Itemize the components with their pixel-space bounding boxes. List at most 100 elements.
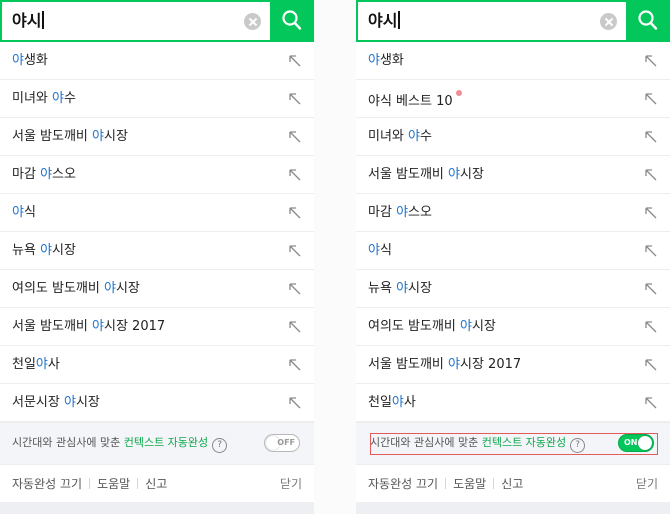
report-link[interactable]: 신고 — [145, 477, 167, 491]
suggestion-label: 뉴욕 야시장 — [368, 280, 432, 298]
suggestion-item[interactable]: 천일야사 — [356, 384, 670, 422]
suggestion-item[interactable]: 뉴욕 야시장 — [0, 232, 314, 270]
search-query: 야시 — [368, 11, 398, 30]
text-caret — [398, 11, 401, 29]
suggestion-item[interactable]: 야생화 — [356, 42, 670, 80]
search-bar: 야시 — [356, 0, 670, 42]
report-link[interactable]: 신고 — [501, 477, 523, 491]
suggestion-item[interactable]: 마감 야스오 — [356, 194, 670, 232]
arrow-up-left-icon[interactable] — [644, 244, 658, 258]
suggestion-text: 시장 — [460, 167, 484, 182]
clear-icon[interactable] — [600, 13, 617, 30]
suggestion-label: 미녀와 야수 — [368, 128, 432, 146]
suggestion-item[interactable]: 서울 밤도깨비 야시장 — [0, 118, 314, 156]
suggestion-item[interactable]: 천일야사 — [0, 346, 314, 384]
suggestion-item[interactable]: 서울 밤도깨비 야시장 2017 — [0, 308, 314, 346]
search-input[interactable]: 야시 — [358, 2, 626, 40]
arrow-up-left-icon[interactable] — [288, 168, 302, 182]
suggestion-label: 마감 야스오 — [368, 204, 432, 222]
footer-bar: 자동완성 끄기 도움말 신고 닫기 — [356, 464, 670, 502]
search-bar: 야시 — [0, 0, 314, 42]
suggestion-label: 천일야사 — [12, 356, 60, 374]
arrow-up-left-icon[interactable] — [644, 320, 658, 334]
suggestion-match: 야 — [63, 395, 76, 410]
suggestion-text: 야식 베스트 10 — [368, 94, 453, 109]
suggestion-item[interactable]: 마감 야스오 — [0, 156, 314, 194]
suggestion-item[interactable]: 여의도 밤도깨비 야시장 — [356, 308, 670, 346]
suggestion-text: 생화 — [379, 53, 404, 68]
suggestion-item[interactable]: 서울 밤도깨비 야시장 — [356, 156, 670, 194]
suggestion-match: 야 — [92, 129, 104, 144]
footer-bar: 자동완성 끄기 도움말 신고 닫기 — [0, 464, 314, 502]
suggestion-item[interactable]: 서문시장 야시장 — [0, 384, 314, 422]
suggestion-text: 시장 — [75, 395, 100, 410]
arrow-up-left-icon[interactable] — [288, 358, 302, 372]
autocomplete-off-link[interactable]: 자동완성 끄기 — [12, 477, 82, 491]
arrow-up-left-icon[interactable] — [288, 92, 302, 106]
suggestion-text: 수 — [419, 129, 432, 144]
divider — [445, 478, 447, 489]
autocomplete-off-link[interactable]: 자동완성 끄기 — [368, 477, 438, 491]
help-icon[interactable]: ? — [212, 438, 228, 453]
arrow-up-left-icon[interactable] — [288, 206, 302, 220]
suggestion-item[interactable]: 야식 — [356, 232, 670, 270]
arrow-up-left-icon[interactable] — [644, 54, 658, 68]
arrow-up-left-icon[interactable] — [644, 168, 658, 182]
search-input[interactable]: 야시 — [2, 2, 270, 40]
suggestion-label: 여의도 밤도깨비 야시장 — [12, 280, 140, 298]
suggestion-match: 야 — [368, 53, 380, 68]
arrow-up-left-icon[interactable] — [644, 282, 658, 296]
context-toggle[interactable]: OFF — [264, 434, 300, 452]
suggestion-match: 야 — [460, 319, 472, 334]
suggestion-text: 스오 — [52, 167, 76, 182]
suggestion-match: 야 — [40, 243, 53, 258]
arrow-up-left-icon[interactable] — [288, 320, 302, 334]
arrow-up-left-icon[interactable] — [288, 244, 302, 258]
search-query: 야시 — [12, 11, 42, 30]
arrow-up-left-icon[interactable] — [644, 92, 658, 106]
suggestion-item[interactable]: 야식 — [0, 194, 314, 232]
suggestion-text: 서울 밤도깨비 — [368, 357, 449, 372]
clear-icon[interactable] — [244, 13, 261, 30]
arrow-up-left-icon[interactable] — [288, 282, 302, 296]
arrow-up-left-icon[interactable] — [644, 358, 658, 372]
context-toggle[interactable]: ON — [618, 434, 654, 452]
arrow-up-left-icon[interactable] — [288, 396, 302, 410]
suggestion-list: 야생화 야식 베스트 10 미녀와 야수 서울 밤도깨비 야시장 마감 야스오 야식 뉴욕 … — [356, 42, 670, 422]
suggestion-text: 마감 — [368, 205, 397, 220]
suggestion-match: 야 — [408, 129, 420, 144]
suggestion-item[interactable]: 야생화 — [0, 42, 314, 80]
suggestion-label: 마감 야스오 — [12, 166, 76, 184]
suggestion-text: 뉴욕 — [368, 281, 397, 296]
help-icon[interactable]: ? — [570, 438, 586, 453]
arrow-up-left-icon[interactable] — [644, 396, 658, 410]
suggestion-label: 서문시장 야시장 — [12, 394, 100, 412]
suggestion-match: 야 — [12, 205, 24, 220]
arrow-up-left-icon[interactable] — [644, 206, 658, 220]
close-link[interactable]: 닫기 — [636, 476, 658, 492]
search-button[interactable] — [626, 0, 670, 42]
suggestion-item[interactable]: 뉴욕 야시장 — [356, 270, 670, 308]
help-link[interactable]: 도움말 — [453, 477, 486, 491]
text-caret — [42, 11, 45, 29]
suggestion-item[interactable]: 미녀와 야수 — [356, 118, 670, 156]
suggestion-match: 야 — [12, 53, 24, 68]
divider — [493, 478, 495, 489]
suggestion-label: 야식 — [12, 204, 36, 222]
arrow-up-left-icon[interactable] — [644, 130, 658, 144]
suggestion-item[interactable]: 미녀와 야수 — [0, 80, 314, 118]
suggestion-text: 뉴욕 — [12, 243, 41, 258]
arrow-up-left-icon[interactable] — [288, 130, 302, 144]
suggestion-label: 서울 밤도깨비 야시장 2017 — [12, 318, 165, 336]
arrow-up-left-icon[interactable] — [288, 54, 302, 68]
bottom-strip — [0, 502, 314, 514]
search-button[interactable] — [270, 0, 314, 42]
close-link[interactable]: 닫기 — [280, 476, 302, 492]
new-dot-icon — [455, 90, 462, 96]
suggestion-text: 사 — [47, 357, 60, 372]
suggestion-item[interactable]: 서울 밤도깨비 야시장 2017 — [356, 346, 670, 384]
suggestion-item[interactable]: 여의도 밤도깨비 야시장 — [0, 270, 314, 308]
help-link[interactable]: 도움말 — [97, 477, 130, 491]
suggestion-item[interactable]: 야식 베스트 10 — [356, 80, 670, 118]
suggestion-match: 야 — [448, 357, 460, 372]
